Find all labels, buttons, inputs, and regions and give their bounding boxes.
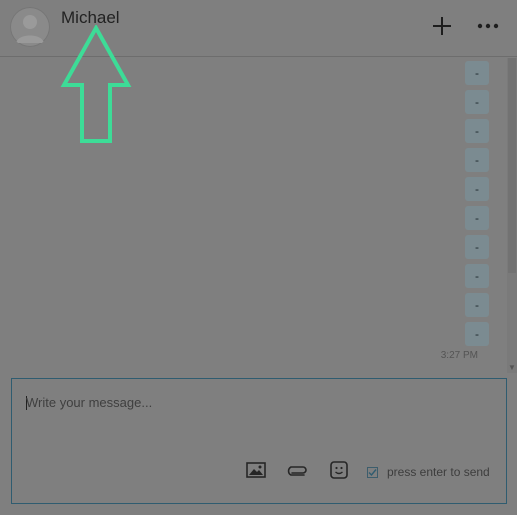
user-avatar-icon — [16, 15, 44, 43]
scrollbar-thumb[interactable] — [508, 58, 516, 273]
message-bubble[interactable]: - — [465, 148, 489, 172]
message-timestamp: 3:27 PM — [440, 350, 478, 361]
attach-file-button[interactable] — [286, 459, 308, 481]
message-bubble[interactable]: - — [465, 119, 489, 143]
message-bubble[interactable]: - — [465, 90, 489, 114]
add-button[interactable] — [428, 12, 456, 40]
emoji-button[interactable] — [328, 459, 350, 481]
avatar[interactable] — [10, 7, 50, 47]
message-list: - - - - - - - - - - 3:27 PM — [0, 58, 505, 368]
message-scrollbar[interactable]: ▼ — [507, 58, 517, 373]
message-bubble[interactable]: - — [465, 322, 489, 346]
message-bubble[interactable]: - — [465, 177, 489, 201]
plus-icon — [433, 17, 451, 35]
paperclip-icon — [287, 466, 307, 476]
enter-to-send-toggle[interactable]: press enter to send — [367, 465, 490, 479]
message-bubble[interactable]: - — [465, 61, 489, 85]
emoji-icon — [330, 461, 348, 479]
attach-image-button[interactable] — [245, 459, 267, 481]
enter-to-send-label: press enter to send — [387, 465, 490, 479]
enter-to-send-checkbox[interactable] — [367, 466, 378, 478]
message-composer: press enter to send — [11, 378, 507, 504]
scroll-down-arrow-icon[interactable]: ▼ — [507, 363, 517, 373]
more-dots-icon — [477, 23, 499, 29]
message-bubble[interactable]: - — [465, 206, 489, 230]
message-bubble[interactable]: - — [465, 293, 489, 317]
checkmark-icon — [368, 468, 377, 476]
message-bubble[interactable]: - — [465, 264, 489, 288]
message-bubble[interactable]: - — [465, 235, 489, 259]
more-options-button[interactable] — [474, 12, 502, 40]
image-icon — [246, 462, 266, 478]
message-input[interactable] — [26, 395, 486, 455]
